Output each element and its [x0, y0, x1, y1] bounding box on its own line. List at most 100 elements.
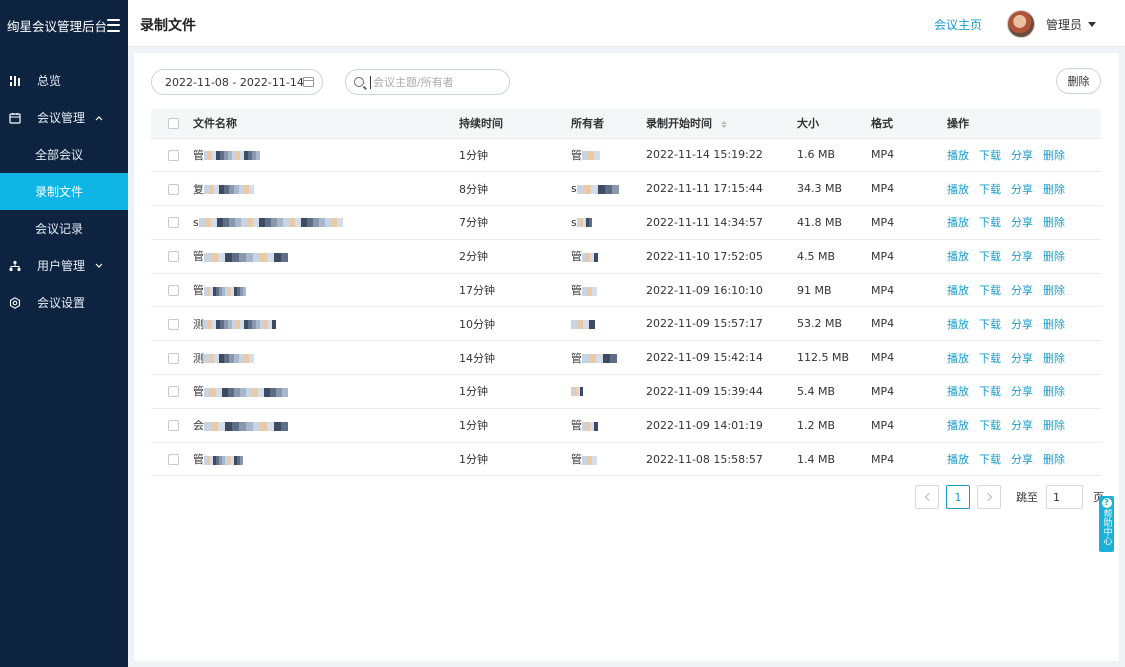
start-time-cell: 2022-11-11 17:15:44 — [646, 171, 797, 207]
download-action[interactable]: 下载 — [979, 216, 1001, 229]
menu-toggle-icon[interactable] — [107, 18, 120, 32]
table-body: 管 1分钟管 2022-11-14 15:19:22 1.6 MB MP4 播放 下载 分享删… — [151, 138, 1101, 477]
delete-action[interactable]: 删除 — [1043, 318, 1065, 331]
owner-prefix: 管 — [571, 148, 582, 162]
download-action[interactable]: 下载 — [979, 149, 1001, 162]
play-action[interactable]: 播放 — [947, 149, 969, 162]
sidebar-subitem-recordings[interactable]: 录制文件 — [0, 173, 128, 210]
sidebar-item-meeting-management[interactable]: 会议管理 — [0, 99, 128, 136]
download-action[interactable]: 下载 — [979, 385, 1001, 398]
play-action[interactable]: 播放 — [947, 318, 969, 331]
next-page-button[interactable] — [977, 485, 1001, 509]
help-center-tab[interactable]: ? 帮助中心 — [1099, 496, 1114, 552]
delete-action[interactable]: 删除 — [1043, 183, 1065, 196]
play-action[interactable]: 播放 — [947, 216, 969, 229]
row-checkbox[interactable] — [168, 183, 179, 195]
sidebar-brand: 绚星会议管理后台 — [0, 0, 128, 50]
jump-label: 跳至 — [1016, 491, 1038, 504]
page-button-1[interactable]: 1 — [946, 485, 970, 509]
sidebar-item-meeting-settings[interactable]: 会议设置 — [0, 284, 128, 321]
search-box[interactable] — [345, 69, 510, 95]
file-name-prefix: 测 — [193, 351, 204, 365]
delete-action[interactable]: 删除 — [1043, 453, 1065, 466]
row-checkbox[interactable] — [168, 318, 179, 330]
delete-action[interactable]: 删除 — [1043, 385, 1065, 398]
play-action[interactable]: 播放 — [947, 250, 969, 263]
duration-cell: 10分钟 — [459, 306, 571, 342]
download-action[interactable]: 下载 — [979, 250, 1001, 263]
play-action[interactable]: 播放 — [947, 352, 969, 365]
delete-action[interactable]: 删除 — [1043, 419, 1065, 432]
user-menu[interactable]: 管理员 — [1046, 16, 1097, 33]
row-checkbox[interactable] — [168, 420, 179, 432]
calendar-icon — [8, 111, 22, 125]
jump-page-input[interactable] — [1046, 485, 1083, 509]
play-action[interactable]: 播放 — [947, 453, 969, 466]
start-time-cell: 2022-11-09 16:10:10 — [646, 273, 797, 308]
share-action[interactable]: 分享 — [1011, 284, 1033, 297]
delete-action[interactable]: 删除 — [1043, 216, 1065, 229]
date-range-picker[interactable]: 2022-11-08 - 2022-11-14 — [151, 69, 323, 95]
share-action[interactable]: 分享 — [1011, 419, 1033, 432]
row-checkbox[interactable] — [168, 386, 179, 398]
row-checkbox[interactable] — [168, 149, 179, 161]
play-action[interactable]: 播放 — [947, 385, 969, 398]
share-action[interactable]: 分享 — [1011, 183, 1033, 196]
play-action[interactable]: 播放 — [947, 419, 969, 432]
sidebar-item-label: 会议管理 — [37, 111, 86, 125]
delete-action[interactable]: 删除 — [1043, 149, 1065, 162]
share-action[interactable]: 分享 — [1011, 216, 1033, 229]
format-cell: MP4 — [871, 171, 947, 207]
user-name: 管理员 — [1046, 18, 1083, 32]
share-action[interactable]: 分享 — [1011, 352, 1033, 365]
top-header: 录制文件 会议主页 管理员 — [128, 0, 1125, 47]
redacted-text — [204, 151, 260, 161]
avatar[interactable] — [1007, 10, 1035, 38]
page-title: 录制文件 — [140, 18, 196, 34]
download-action[interactable]: 下载 — [979, 352, 1001, 365]
row-checkbox[interactable] — [168, 454, 179, 466]
owner-cell — [571, 306, 646, 342]
share-action[interactable]: 分享 — [1011, 250, 1033, 263]
owner-cell: 管 — [571, 340, 646, 376]
prev-page-button[interactable] — [915, 485, 939, 509]
download-action[interactable]: 下载 — [979, 318, 1001, 331]
meeting-home-link[interactable]: 会议主页 — [934, 16, 982, 33]
row-checkbox[interactable] — [168, 352, 179, 364]
sidebar-subitem-meeting-records[interactable]: 会议记录 — [0, 210, 128, 247]
share-action[interactable]: 分享 — [1011, 385, 1033, 398]
column-header-start-time[interactable]: 录制开始时间 — [646, 109, 797, 139]
share-action[interactable]: 分享 — [1011, 149, 1033, 162]
download-action[interactable]: 下载 — [979, 284, 1001, 297]
select-all-checkbox[interactable] — [168, 118, 179, 130]
share-action[interactable]: 分享 — [1011, 453, 1033, 466]
play-action[interactable]: 播放 — [947, 183, 969, 196]
row-checkbox[interactable] — [168, 285, 179, 297]
file-name-cell: 管 — [193, 138, 459, 173]
bulk-delete-button[interactable]: 删除 — [1056, 68, 1101, 94]
delete-action[interactable]: 删除 — [1043, 284, 1065, 297]
size-cell: 5.4 MB — [797, 374, 871, 409]
format-cell: MP4 — [871, 205, 947, 240]
owner-cell: s — [571, 171, 646, 207]
download-action[interactable]: 下载 — [979, 419, 1001, 432]
share-action[interactable]: 分享 — [1011, 318, 1033, 331]
search-input[interactable] — [370, 75, 500, 89]
play-action[interactable]: 播放 — [947, 284, 969, 297]
delete-action[interactable]: 删除 — [1043, 352, 1065, 365]
delete-action[interactable]: 删除 — [1043, 250, 1065, 263]
row-checkbox[interactable] — [168, 251, 179, 263]
table-row: 会 1分钟管 2022-11-09 14:01:19 1.2 MB MP4 播放 下载 分享删… — [151, 408, 1101, 443]
sidebar-item-overview[interactable]: 总览 — [0, 62, 128, 99]
sidebar-subitem-all-meetings[interactable]: 全部会议 — [0, 136, 128, 173]
download-action[interactable]: 下载 — [979, 453, 1001, 466]
file-name-cell: 测 — [193, 340, 459, 376]
size-cell: 1.2 MB — [797, 408, 871, 443]
actions-cell: 播放 下载 分享 删除 — [947, 306, 1101, 342]
sidebar-item-user-management[interactable]: 用户管理 — [0, 247, 128, 284]
owner-cell: 管 — [571, 239, 646, 274]
download-action[interactable]: 下载 — [979, 183, 1001, 196]
redacted-text — [204, 252, 288, 262]
sort-icon[interactable] — [720, 120, 727, 128]
row-checkbox[interactable] — [168, 217, 179, 229]
